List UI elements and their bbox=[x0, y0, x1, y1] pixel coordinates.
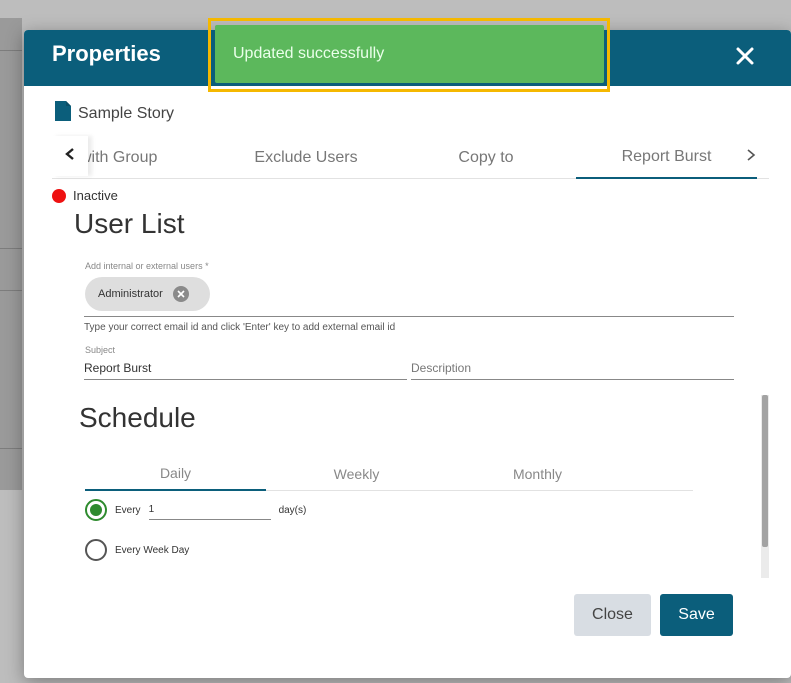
subject-label: Subject bbox=[85, 345, 116, 355]
background-divider bbox=[0, 448, 22, 449]
every-days-input[interactable] bbox=[148, 500, 271, 520]
every-week-day-option: Every Week Day bbox=[85, 539, 189, 561]
background-divider bbox=[0, 290, 22, 291]
every-week-day-label: Every Week Day bbox=[115, 544, 190, 556]
email-hint: Type your correct email id and click 'En… bbox=[84, 322, 396, 333]
success-toast: Updated successfully bbox=[215, 25, 604, 83]
status-label: Inactive bbox=[73, 188, 118, 203]
document-icon bbox=[54, 100, 72, 127]
background-divider bbox=[0, 248, 22, 249]
tab-copy-to[interactable]: Copy to bbox=[396, 136, 576, 179]
status-dot bbox=[52, 188, 66, 203]
remove-chip-icon[interactable] bbox=[172, 286, 189, 302]
tabs-scroll-left-button[interactable] bbox=[52, 136, 88, 176]
subject-input[interactable] bbox=[84, 357, 407, 380]
close-icon[interactable] bbox=[733, 44, 757, 68]
tab-exclude-users[interactable]: Exclude Users bbox=[216, 136, 396, 179]
user-list-heading: User List bbox=[74, 208, 185, 239]
tab-with-group[interactable]: with Group bbox=[78, 136, 198, 179]
every-week-day-radio[interactable] bbox=[85, 539, 107, 561]
close-button[interactable]: Close bbox=[574, 594, 651, 636]
users-field-label: Add internal or external users * bbox=[85, 261, 209, 271]
chevron-right-icon bbox=[745, 148, 757, 167]
tab-monthly[interactable]: Monthly bbox=[447, 456, 628, 491]
every-label: Every bbox=[115, 504, 141, 516]
tab-daily[interactable]: Daily bbox=[85, 456, 266, 491]
user-chip: Administrator bbox=[85, 277, 210, 311]
user-chip-label: Administrator bbox=[98, 288, 163, 300]
chevron-left-icon bbox=[64, 147, 76, 166]
story-header: Sample Story bbox=[54, 100, 174, 127]
tab-weekly[interactable]: Weekly bbox=[266, 456, 447, 491]
background-app-panel bbox=[0, 18, 22, 490]
story-name: Sample Story bbox=[78, 104, 175, 122]
tabs-scroll-right-button[interactable] bbox=[733, 136, 769, 179]
scrollbar-thumb[interactable] bbox=[762, 395, 768, 547]
properties-tabs: with Group Exclude Users Copy to Report … bbox=[52, 136, 769, 179]
every-days-radio[interactable] bbox=[85, 499, 107, 521]
schedule-heading: Schedule bbox=[79, 402, 196, 433]
properties-dialog: Properties Sample Story with Group Exclu… bbox=[24, 30, 791, 678]
schedule-tabs: Daily Weekly Monthly bbox=[85, 456, 693, 491]
tab-report-burst[interactable]: Report Burst bbox=[576, 136, 757, 179]
users-input-underline[interactable] bbox=[84, 316, 734, 317]
background-divider bbox=[0, 50, 22, 51]
every-days-option: Every day(s) bbox=[85, 499, 306, 521]
days-unit-label: day(s) bbox=[278, 504, 307, 516]
status-indicator: Inactive bbox=[52, 188, 118, 203]
save-button[interactable]: Save bbox=[660, 594, 733, 636]
description-input[interactable] bbox=[411, 357, 734, 380]
dialog-title: Properties bbox=[52, 41, 161, 66]
toast-message: Updated successfully bbox=[233, 45, 385, 62]
